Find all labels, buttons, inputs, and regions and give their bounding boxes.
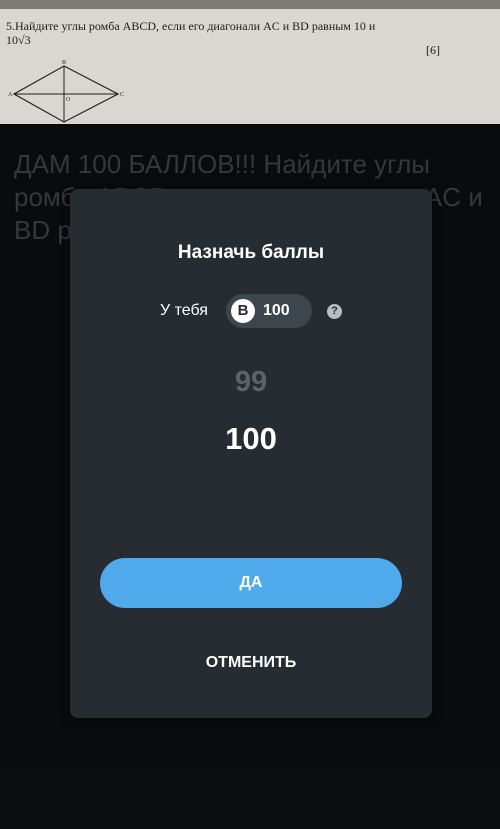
assign-points-dialog: Назначь баллы У тебя B 100 ? 99 100 ДА О… (70, 189, 432, 718)
points-picker-option-previous[interactable]: 99 (70, 366, 432, 399)
problem-line-2: 10√3 (6, 33, 31, 47)
dialog-title: Назначь баллы (177, 242, 325, 263)
vertex-label-c: C (120, 92, 124, 98)
vertex-label-a: A (8, 92, 13, 98)
points-tag: [6] (426, 43, 440, 57)
balance-value: 100 (263, 302, 290, 319)
vertex-label-o: O (66, 97, 71, 103)
problem-text: 5.Найдите углы ромба ABCD, если его диаг… (6, 19, 476, 47)
problem-line-1: 5.Найдите углы ромба ABCD, если его диаг… (6, 19, 376, 33)
cancel-button[interactable]: ОТМЕНИТЬ (100, 648, 402, 678)
points-coin-icon: B (231, 299, 255, 323)
image-top-strip (0, 0, 500, 9)
rhombus-diagram: B A C O (8, 60, 124, 123)
confirm-button[interactable]: ДА (100, 558, 402, 608)
problem-image: 5.Найдите углы ромба ABCD, если его диаг… (0, 0, 500, 124)
vertex-label-b: B (62, 60, 66, 66)
balance-row: У тебя B 100 ? (70, 294, 432, 328)
balance-badge: B 100 (226, 294, 312, 328)
balance-label: У тебя (160, 302, 208, 319)
help-icon[interactable]: ? (327, 304, 342, 319)
points-picker-option-selected[interactable]: 100 (70, 421, 432, 457)
